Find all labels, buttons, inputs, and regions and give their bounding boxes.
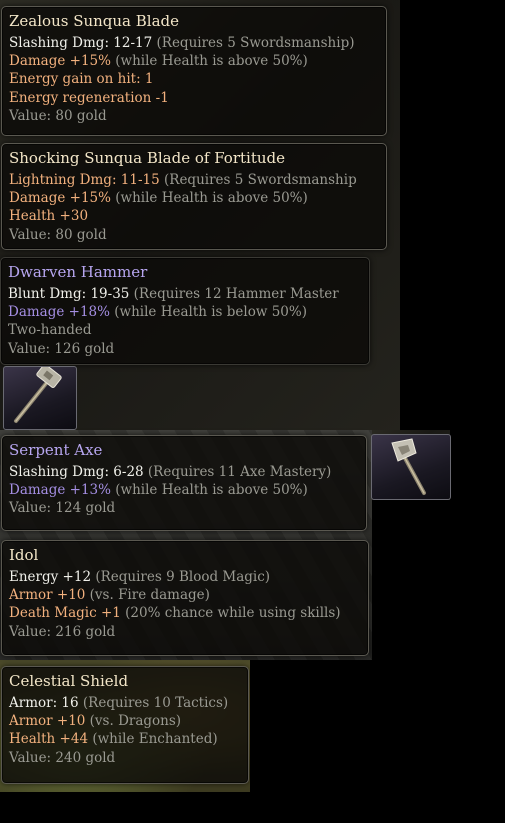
- stat-requirement: (Requires 12 Hammer Master: [129, 286, 339, 302]
- item-value: Value: 80 gold: [9, 226, 107, 243]
- stat-value: Energy +12: [9, 569, 92, 585]
- stat-requirement: (Requires 11 Axe Mastery): [143, 464, 332, 480]
- stat-value: Blunt Dmg: 19-35: [8, 286, 130, 302]
- modifier-condition: (while Health is above 50%): [110, 190, 308, 207]
- modifier-condition: (while Health is above 50%): [110, 53, 308, 70]
- modifier-line: Armor +10 (vs. Dragons): [9, 712, 241, 730]
- modifier-line: Damage +15% (while Health is above 50%): [9, 189, 379, 207]
- item-tooltip-celestial-shield: Celestial Shield Armor: 16 (Requires 10 …: [1, 666, 249, 784]
- item-value: Value: 124 gold: [9, 500, 116, 517]
- modifier-line: Damage +15% (while Health is above 50%): [9, 52, 379, 70]
- stat-requirement: (Requires 9 Blood Magic): [91, 569, 271, 585]
- modifier-line: Health +44 (while Enchanted): [9, 730, 241, 748]
- stat-requirement: (Requires 5 Swordsmanship: [159, 172, 357, 188]
- modifier-value: Death Magic +1: [9, 605, 121, 622]
- item-name: Dwarven Hammer: [8, 263, 148, 281]
- battle-axe-icon: [391, 438, 426, 495]
- stat-requirement: (Requires 10 Tactics): [78, 695, 229, 711]
- item-name: Idol: [9, 546, 39, 564]
- damage-stat-line: Lightning Dmg: 11-15 (Requires 5 Swordsm…: [9, 171, 379, 189]
- item-value: Value: 216 gold: [9, 623, 116, 640]
- modifier-value: Armor +10: [9, 713, 86, 730]
- stat-requirement: (Requires 5 Swordsmanship): [152, 35, 355, 51]
- stat-value: Slashing Dmg: 12-17: [9, 35, 153, 51]
- modifier-line: Health +30: [9, 208, 89, 225]
- item-tooltip-shocking-sunqua-blade: Shocking Sunqua Blade of Fortitude Light…: [1, 143, 387, 250]
- modifier-value: Damage +15%: [9, 190, 111, 207]
- modifier-condition: (vs. Dragons): [85, 713, 182, 730]
- modifier-value: Armor +10: [9, 587, 86, 604]
- war-hammer-icon: [14, 364, 62, 423]
- modifier-condition: (20% chance while using skills): [120, 605, 341, 622]
- battle-axe-icon[interactable]: [371, 434, 451, 500]
- item-value: Value: 240 gold: [9, 749, 116, 766]
- modifier-value: Damage +15%: [9, 53, 111, 70]
- war-hammer-icon[interactable]: [3, 364, 77, 430]
- modifier-value: Damage +18%: [8, 304, 110, 321]
- item-attribute: Two-handed: [8, 322, 92, 339]
- damage-stat-line: Slashing Dmg: 6-28 (Requires 11 Axe Mast…: [9, 463, 359, 481]
- item-tooltip-dwarven-hammer: Dwarven Hammer Blunt Dmg: 19-35 (Require…: [0, 257, 370, 365]
- base-stat-line: Energy +12 (Requires 9 Blood Magic): [9, 568, 361, 586]
- modifier-line: Damage +18% (while Health is below 50%): [8, 303, 362, 321]
- modifier-line: Energy regeneration -1: [9, 89, 169, 106]
- item-name: Serpent Axe: [9, 441, 103, 459]
- item-name: Shocking Sunqua Blade of Fortitude: [9, 149, 285, 167]
- modifier-value: Damage +13%: [9, 482, 111, 499]
- item-value: Value: 126 gold: [8, 340, 115, 357]
- modifier-condition: (vs. Fire damage): [85, 587, 210, 604]
- damage-stat-line: Slashing Dmg: 12-17 (Requires 5 Swordsma…: [9, 34, 379, 52]
- stat-value: Armor: 16: [9, 695, 79, 711]
- modifier-condition: (while Health is above 50%): [110, 482, 308, 499]
- base-stat-line: Armor: 16 (Requires 10 Tactics): [9, 694, 241, 712]
- item-name: Zealous Sunqua Blade: [9, 12, 180, 30]
- item-name: Celestial Shield: [9, 672, 129, 690]
- item-tooltip-idol: Idol Energy +12 (Requires 9 Blood Magic)…: [1, 540, 369, 656]
- modifier-condition: (while Enchanted): [88, 731, 218, 748]
- modifier-line: Armor +10 (vs. Fire damage): [9, 586, 361, 604]
- modifier-line: Death Magic +1 (20% chance while using s…: [9, 604, 361, 622]
- stat-value: Slashing Dmg: 6-28: [9, 464, 144, 480]
- modifier-line: Damage +13% (while Health is above 50%): [9, 481, 359, 499]
- item-value: Value: 80 gold: [9, 107, 107, 124]
- item-tooltip-serpent-axe: Serpent Axe Slashing Dmg: 6-28 (Requires…: [1, 435, 367, 531]
- damage-stat-line: Blunt Dmg: 19-35 (Requires 12 Hammer Mas…: [8, 285, 362, 303]
- modifier-line: Energy gain on hit: 1: [9, 71, 154, 88]
- stat-value: Lightning Dmg: 11-15: [9, 172, 160, 188]
- item-tooltip-zealous-sunqua-blade: Zealous Sunqua Blade Slashing Dmg: 12-17…: [1, 6, 387, 136]
- modifier-condition: (while Health is below 50%): [109, 304, 307, 321]
- modifier-value: Health +44: [9, 731, 89, 748]
